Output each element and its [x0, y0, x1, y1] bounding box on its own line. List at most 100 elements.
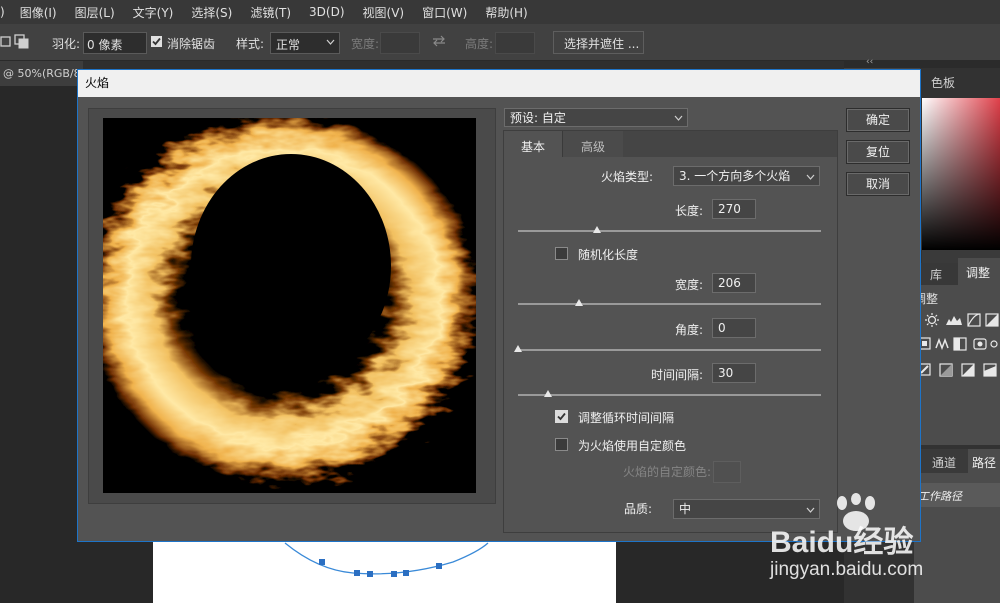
- preset-select[interactable]: 预设: 自定: [504, 108, 688, 127]
- style-select[interactable]: 正常: [270, 32, 340, 54]
- feather-label: 羽化:: [52, 37, 81, 51]
- height-input[interactable]: [495, 32, 535, 54]
- flame-custom-color-swatch[interactable]: [713, 461, 741, 483]
- selection-mode-icon[interactable]: [0, 35, 12, 49]
- adjust-loop-checkbox[interactable]: [555, 410, 568, 423]
- document-tab[interactable]: @ 50%(RGB/8): [0, 61, 85, 86]
- flame-type-label: 火焰类型:: [601, 170, 654, 184]
- interval-label: 时间间隔:: [651, 368, 704, 382]
- photo-filter-icon[interactable]: [973, 338, 987, 350]
- dialog-title-bar[interactable]: 火焰: [78, 70, 920, 97]
- anchor-point[interactable]: [367, 571, 373, 577]
- intersect-selection-icon[interactable]: [14, 34, 30, 50]
- angle-slider-track[interactable]: [518, 349, 821, 351]
- custom-color-checkbox[interactable]: [555, 438, 568, 451]
- swatches-tab[interactable]: 色板: [931, 74, 955, 91]
- menu-item-image[interactable]: 图像(I): [11, 4, 66, 21]
- flame-custom-color-label: 火焰的自定颜色:: [623, 465, 712, 479]
- brightness-icon[interactable]: [925, 313, 939, 327]
- cancel-button[interactable]: 取消: [846, 172, 910, 196]
- paths-tab-active[interactable]: 路径: [968, 449, 1000, 473]
- chevron-down-icon: [674, 115, 683, 121]
- tab-basic[interactable]: 基本: [504, 131, 562, 158]
- baidu-brand-text: Baidu经验: [770, 526, 914, 559]
- interval-slider-track[interactable]: [518, 394, 821, 396]
- antialias-label: 消除锯齿: [167, 37, 216, 51]
- menu-item-window[interactable]: 窗口(W): [413, 4, 476, 21]
- menu-item-select[interactable]: 选择(S): [182, 4, 241, 21]
- anchor-point[interactable]: [391, 571, 397, 577]
- reset-button[interactable]: 复位: [846, 140, 910, 164]
- width-label: 宽度:: [675, 278, 704, 292]
- threshold-icon[interactable]: [961, 363, 975, 377]
- adjustment-icons-row-1: [925, 313, 999, 327]
- angle-input[interactable]: 0: [712, 318, 756, 338]
- length-label: 长度:: [675, 204, 704, 218]
- baidu-watermark: Baidu经验 jingyan.baidu.com: [766, 493, 1000, 603]
- selective-color-icon[interactable]: [983, 363, 997, 377]
- posterize-icon[interactable]: [939, 363, 953, 377]
- collapse-icon[interactable]: ‹‹: [866, 57, 873, 67]
- levels-icon[interactable]: [946, 316, 962, 325]
- randomize-length-label: 随机化长度: [578, 248, 639, 262]
- menu-item-3d[interactable]: 3D(D): [300, 5, 353, 19]
- quality-label: 品质:: [624, 502, 653, 516]
- flame-ring-image: [103, 118, 476, 483]
- menu-item-help[interactable]: 帮助(H): [476, 4, 536, 21]
- adjust-loop-label: 调整循环时间间隔: [578, 411, 675, 425]
- color-balance-icon[interactable]: [935, 337, 949, 351]
- width-input[interactable]: 206: [712, 273, 756, 293]
- length-slider-track[interactable]: [518, 230, 821, 232]
- channel-mixer-icon[interactable]: [990, 340, 998, 348]
- anchor-point[interactable]: [436, 563, 442, 569]
- ok-button[interactable]: 确定: [846, 108, 910, 132]
- swap-icon[interactable]: [432, 35, 446, 47]
- menu-item-edge[interactable]: ): [0, 5, 11, 19]
- tab-advanced[interactable]: 高级: [562, 131, 623, 157]
- chevron-down-icon: [326, 39, 335, 45]
- chevron-down-icon: [806, 174, 815, 180]
- select-and-mask-button[interactable]: 选择并遮住 ...: [553, 31, 644, 54]
- feather-input[interactable]: 0 像素: [83, 32, 147, 54]
- adjustments-tab-active[interactable]: 调整: [958, 258, 1000, 285]
- color-picker-field[interactable]: [922, 98, 1000, 250]
- dialog-title: 火焰: [85, 76, 110, 90]
- anchor-point[interactable]: [403, 570, 409, 576]
- angle-slider-thumb[interactable]: [514, 345, 522, 352]
- interval-slider-thumb[interactable]: [544, 390, 553, 397]
- anchor-point[interactable]: [354, 570, 360, 576]
- feather-value: 0 像素: [87, 38, 123, 52]
- anchor-point[interactable]: [319, 559, 325, 565]
- menu-item-type[interactable]: 文字(Y): [124, 4, 183, 21]
- interval-input[interactable]: 30: [712, 363, 756, 383]
- flame-preview[interactable]: [103, 118, 476, 493]
- width-label: 宽度:: [351, 37, 380, 51]
- width-input[interactable]: [380, 32, 420, 54]
- flame-type-select[interactable]: 3. 一个方向多个火焰: [673, 166, 820, 186]
- black-white-icon[interactable]: [953, 337, 967, 351]
- width-slider-track[interactable]: [518, 303, 821, 305]
- length-input[interactable]: 270: [712, 199, 756, 219]
- menu-bar: ) 图像(I) 图层(L) 文字(Y) 选择(S) 滤镜(T) 3D(D) 视图…: [0, 0, 1000, 24]
- angle-label: 角度:: [675, 323, 704, 337]
- exposure-icon[interactable]: [985, 313, 999, 327]
- baidu-url-text: jingyan.baidu.com: [770, 559, 924, 580]
- libraries-tab[interactable]: 库: [930, 266, 942, 283]
- menu-item-filter[interactable]: 滤镜(T): [241, 4, 300, 21]
- panel-collapse-bar[interactable]: ‹‹: [844, 57, 1000, 68]
- adjustment-icons-row-2: [918, 337, 998, 351]
- custom-color-label: 为火焰使用自定颜色: [578, 439, 687, 453]
- circle-path-preview: [284, 542, 489, 577]
- flame-dialog: 火焰 预设: 自定 基本 高级 火焰类型: 3. 一个方向多个火焰 长度: 27…: [77, 69, 921, 542]
- height-label: 高度:: [465, 37, 494, 51]
- curves-icon[interactable]: [967, 313, 981, 327]
- adjustment-icons-row-3: [918, 363, 997, 377]
- width-slider-thumb[interactable]: [574, 299, 583, 306]
- randomize-length-checkbox[interactable]: [555, 247, 568, 260]
- length-slider-thumb[interactable]: [592, 226, 601, 233]
- adjustments-panel: 调整: [914, 285, 1000, 445]
- menu-item-view[interactable]: 视图(V): [354, 4, 414, 21]
- menu-item-layer[interactable]: 图层(L): [66, 4, 124, 21]
- channels-tab[interactable]: 通道: [932, 454, 956, 471]
- antialias-checkbox[interactable]: [151, 36, 162, 47]
